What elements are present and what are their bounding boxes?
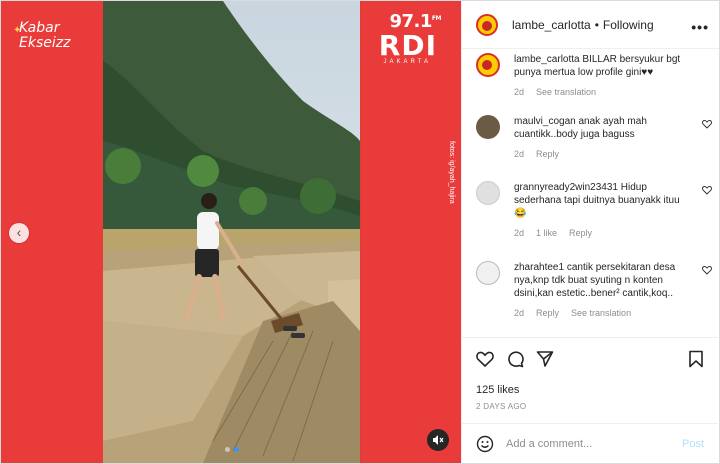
like-comment-icon[interactable] xyxy=(702,265,712,275)
kabar-logo: ✦ Kabar Ekseizz xyxy=(13,20,71,51)
spark-icon: ✦ xyxy=(13,25,22,36)
brand-panel-right xyxy=(361,1,461,463)
photo-credit: fotos: ig/ayah_hajira xyxy=(448,141,455,204)
separator-dot: • xyxy=(594,17,599,32)
reply-button[interactable]: Reply xyxy=(536,149,559,159)
post-header: lambe_carlotta • Following ••• xyxy=(462,1,719,49)
commenter-avatar[interactable] xyxy=(476,181,500,205)
comment-item: grannyready2win23431 Hidup sederhana tap… xyxy=(476,181,712,238)
comment-item: zharahtee1 cantik persekitaran desa nya,… xyxy=(476,261,712,318)
post-modal: ✦ Kabar Ekseizz 97.1FM RDI JAKARTA fotos… xyxy=(0,0,720,464)
comment-user[interactable]: maulvi_cogan xyxy=(514,116,576,127)
comment-user[interactable]: zharahtee1 xyxy=(514,262,564,273)
commenter-avatar[interactable] xyxy=(476,261,500,285)
like-comment-icon[interactable] xyxy=(702,119,712,129)
share-icon[interactable] xyxy=(536,350,554,368)
add-comment-bar: Post xyxy=(462,423,718,463)
comments-panel: lambe_carlotta • Following ••• lambe_car… xyxy=(461,1,719,463)
rdi-city: JAKARTA xyxy=(383,59,431,65)
comment-time: 2d xyxy=(514,149,525,159)
more-options-icon[interactable]: ••• xyxy=(691,19,709,35)
likes-count[interactable]: 125 likes xyxy=(476,384,704,396)
comments-list: lambe_carlotta BILLAR bersyukur bgt puny… xyxy=(462,49,718,337)
carousel-dot xyxy=(225,447,230,452)
caption-user[interactable]: lambe_carlotta xyxy=(514,54,580,65)
see-translation-link[interactable]: See translation xyxy=(571,308,631,318)
comment-likes[interactable]: 1 like xyxy=(536,228,557,238)
comment-item: maulvi_cogan anak ayah mah cuantikk..bod… xyxy=(476,115,712,159)
author-handle[interactable]: lambe_carlotta xyxy=(512,18,591,32)
mute-button[interactable] xyxy=(427,429,449,451)
comment-input[interactable] xyxy=(506,437,676,450)
emoji-icon[interactable] xyxy=(476,435,494,453)
carousel-dot-active xyxy=(234,447,239,452)
comment-user[interactable]: grannyready2win23431 xyxy=(514,182,618,193)
like-icon[interactable] xyxy=(476,350,494,368)
comment-time: 2d xyxy=(514,228,525,238)
video-frame[interactable] xyxy=(103,1,360,463)
previous-button[interactable]: ‹ xyxy=(9,223,29,243)
see-translation-link[interactable]: See translation xyxy=(536,87,596,97)
comment-icon[interactable] xyxy=(506,350,524,368)
carousel-dots xyxy=(225,447,239,452)
author-avatar[interactable] xyxy=(476,13,498,36)
caption-time: 2d xyxy=(514,87,525,97)
reply-button[interactable]: Reply xyxy=(536,308,559,318)
action-bar: 125 likes 2 DAYS AGO xyxy=(462,337,718,421)
post-date: 2 DAYS AGO xyxy=(476,402,527,411)
like-comment-icon[interactable] xyxy=(702,185,712,195)
caption: lambe_carlotta BILLAR bersyukur bgt puny… xyxy=(476,53,712,97)
reply-button[interactable]: Reply xyxy=(569,228,592,238)
save-icon[interactable] xyxy=(688,350,704,368)
media-area: ✦ Kabar Ekseizz 97.1FM RDI JAKARTA fotos… xyxy=(1,1,461,463)
following-button[interactable]: Following xyxy=(603,18,654,32)
rice-drying-scene xyxy=(103,1,360,463)
comment-time: 2d xyxy=(514,308,525,318)
caption-avatar[interactable] xyxy=(476,53,500,77)
rdi-logo: RDI xyxy=(378,29,437,62)
commenter-avatar[interactable] xyxy=(476,115,500,139)
muted-speaker-icon xyxy=(433,435,444,445)
post-button[interactable]: Post xyxy=(682,438,704,450)
